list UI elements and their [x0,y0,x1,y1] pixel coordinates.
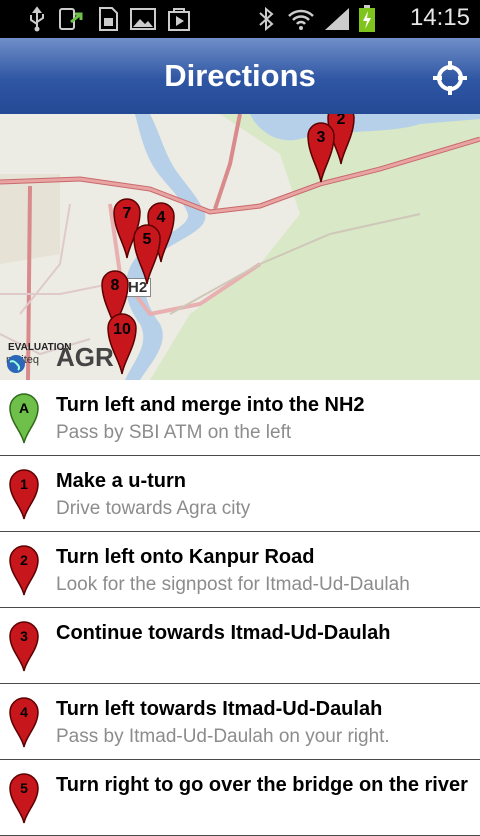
direction-instruction: Turn left and merge into the NH2 [56,394,365,416]
direction-item[interactable]: 3 Continue towards Itmad-Ud-Daulah [0,608,480,684]
direction-item[interactable]: A Turn left and merge into the NH2 Pass … [0,380,480,456]
usb-icon [24,5,50,33]
direction-item[interactable]: 4 Turn left towards Itmad-Ud-Daulah Pass… [0,684,480,760]
globe-icon [7,355,25,373]
sd-card-icon [94,5,122,33]
map-provider: nutiteq [6,354,39,373]
marker-pin-label: 5 [20,780,28,796]
marker-pin-label: A [19,400,29,416]
marker-pin-icon: 4 [9,697,39,748]
marker-pin-icon: 2 [9,545,39,596]
direction-hint: Look for the signpost for Itmad-Ud-Daula… [56,574,410,595]
direction-hint: Drive towards Agra city [56,498,251,519]
play-store-icon [164,5,194,33]
marker-pin-icon: 1 [9,469,39,520]
my-location-icon[interactable] [432,60,468,96]
page-title: Directions [164,58,316,93]
map-marker-5[interactable]: 5 [132,216,162,286]
status-bar: 14:15 [0,0,480,38]
direction-item[interactable]: 2 Turn left onto Kanpur Road Look for th… [0,532,480,608]
battery-charging-icon [356,5,378,33]
marker-pin-label: 4 [20,704,28,720]
directions-list: A Turn left and merge into the NH2 Pass … [0,380,480,836]
marker-pin-label: 2 [20,552,28,568]
marker-pin-label: 1 [20,476,28,492]
signal-icon [322,5,352,33]
phone-transfer-icon [56,5,86,33]
direction-instruction: Turn left towards Itmad-Ud-Daulah [56,698,383,720]
direction-instruction: Make a u-turn [56,470,187,492]
marker-pin-icon: 5 [9,773,39,824]
direction-hint: Pass by SBI ATM on the left [56,422,292,443]
map-marker-label: 5 [143,231,152,248]
marker-pin-label: 3 [20,628,28,644]
map-canvas [0,114,480,380]
direction-instruction: Continue towards Itmad-Ud-Daulah [56,622,391,644]
direction-instruction: Turn right to go over the bridge on the … [56,774,468,796]
status-time: 14:15 [409,4,470,31]
map-marker-label: 7 [123,205,132,222]
direction-item[interactable]: 1 Make a u-turn Drive towards Agra city [0,456,480,532]
bluetooth-icon [254,5,278,33]
wifi-icon [286,5,316,33]
map-marker-label: 8 [111,277,120,294]
map-marker-3[interactable]: 3 [306,114,336,184]
map-marker-label: 2 [337,114,346,128]
marker-pin-icon: 3 [9,621,39,672]
image-icon [128,5,158,33]
direction-instruction: Turn left onto Kanpur Road [56,546,315,568]
direction-item[interactable]: 5 Turn right to go over the bridge on th… [0,760,480,836]
map-marker-label: 3 [317,129,326,146]
map-marker-10[interactable]: 10 [106,306,138,376]
map-marker-label: 10 [113,321,131,338]
marker-pin-icon: A [9,393,39,444]
map-view[interactable]: H2 EVALUATION AGR nutiteq 2 3 4 7 5 8 10 [0,114,480,380]
direction-hint: Pass by Itmad-Ud-Daulah on your right. [56,726,390,747]
title-bar: Directions [0,38,480,115]
